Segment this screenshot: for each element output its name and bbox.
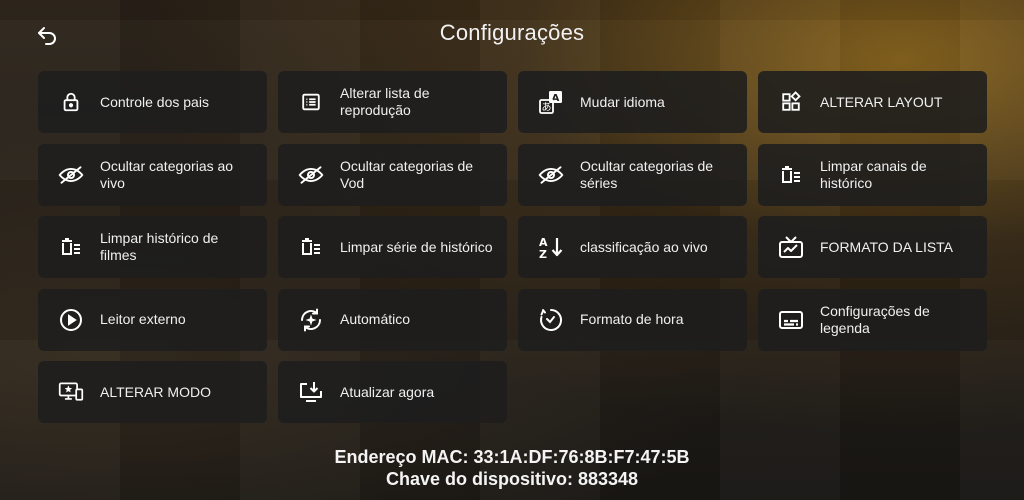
clear-list-icon bbox=[298, 234, 324, 260]
settings-tile-formato-da-lista[interactable]: FORMATO DA LISTA bbox=[758, 216, 987, 278]
settings-tile-label: Limpar canais de histórico bbox=[820, 157, 927, 191]
settings-tile-classificacao-ao-vivo[interactable]: A Z classificação ao vivo bbox=[518, 216, 747, 278]
settings-tile-controle-dos-pais[interactable]: Controle dos pais bbox=[38, 71, 267, 133]
device-key: Chave do dispositivo: 883348 bbox=[385, 469, 639, 489]
settings-tile-label: FORMATO DA LISTA bbox=[820, 238, 954, 255]
settings-tile-label: ALTERAR MODO bbox=[100, 383, 211, 400]
play-circle-icon bbox=[58, 307, 84, 333]
translate-icon: Aあ bbox=[538, 89, 564, 115]
lock-icon bbox=[58, 89, 84, 115]
settings-tile-label: Ocultar categorias de Vod bbox=[340, 157, 474, 191]
sort-az-icon: AZ bbox=[538, 234, 564, 260]
settings-tile-limpar-serie-de-historico[interactable]: Limpar série de histórico bbox=[278, 216, 507, 278]
tv-icon bbox=[778, 234, 804, 260]
svg-text:あ: あ bbox=[542, 102, 552, 114]
mac-address: Endereço MAC: 33:1A:DF:76:8B:F7:47:5B bbox=[334, 447, 690, 467]
settings-tile-label: Configurações de legenda bbox=[820, 302, 930, 336]
subtitles-icon bbox=[778, 307, 804, 333]
eye-off-icon bbox=[58, 162, 84, 188]
settings-tile-label: Formato de hora bbox=[580, 311, 684, 327]
settings-tile-label: Limpar série de histórico bbox=[340, 238, 493, 255]
clear-list-icon bbox=[58, 234, 84, 260]
svg-text:Z: Z bbox=[539, 248, 547, 260]
settings-tile-label: Controle dos pais bbox=[100, 93, 209, 110]
settings-tile-formato-de-hora[interactable]: Formato de hora bbox=[518, 288, 747, 351]
settings-tile-label: Mudar idioma bbox=[580, 93, 665, 110]
settings-tile-automatico[interactable]: Automático bbox=[278, 288, 507, 351]
settings-tile-atualizar-agora[interactable]: Atualizar agora bbox=[278, 361, 507, 423]
settings-tile-alterar-lista-de-reproducao[interactable]: Alterar lista de reprodução bbox=[278, 71, 507, 133]
settings-grid: Controle dos pais Alterar lista de reprod… bbox=[38, 71, 987, 423]
settings-tile-limpar-historico-de-filmes[interactable]: Limpar histórico de filmes bbox=[38, 216, 267, 278]
settings-tile-ocultar-categorias-de-vod[interactable]: Ocultar categorias de Vod bbox=[278, 143, 507, 206]
settings-tile-label: Ocultar categorias de séries bbox=[580, 157, 714, 191]
settings-tile-label: Limpar histórico de filmes bbox=[100, 230, 219, 263]
settings-tile-label: Automático bbox=[340, 311, 411, 327]
settings-tile-limpar-canais-de-historico[interactable]: Limpar canais de histórico bbox=[758, 143, 987, 206]
clock-format-icon bbox=[538, 307, 564, 333]
devices-icon bbox=[58, 379, 84, 405]
settings-tile-label: classificação ao vivo bbox=[580, 238, 708, 255]
eye-off-icon bbox=[298, 162, 324, 188]
settings-tile-label: Leitor externo bbox=[100, 311, 186, 327]
settings-tile-leitor-externo[interactable]: Leitor externo bbox=[38, 288, 267, 351]
settings-tile-label: Ocultar categorias ao vivo bbox=[100, 157, 234, 191]
update-download-icon bbox=[298, 379, 324, 405]
list-icon bbox=[298, 89, 324, 115]
layout-grid-icon bbox=[778, 89, 804, 115]
settings-tile-mudar-idioma[interactable]: A あ Mudar idioma bbox=[518, 71, 747, 133]
settings-tile-alterar-modo[interactable]: ALTERAR MODO bbox=[38, 361, 267, 423]
settings-tile-label: Alterar lista de reprodução bbox=[340, 85, 430, 118]
eye-off-icon bbox=[538, 162, 564, 188]
settings-tile-ocultar-categorias-ao-vivo[interactable]: Ocultar categorias ao vivo bbox=[38, 143, 267, 206]
settings-tile-alterar-layout[interactable]: ALTERAR LAYOUT bbox=[758, 71, 987, 133]
settings-tile-ocultar-categorias-de-series[interactable]: Ocultar categorias de séries bbox=[518, 143, 747, 206]
auto-refresh-icon bbox=[298, 307, 324, 333]
settings-tile-label: Atualizar agora bbox=[340, 383, 435, 400]
page-title: Configurações bbox=[439, 20, 585, 45]
settings-tile-label: ALTERAR LAYOUT bbox=[820, 93, 943, 110]
settings-tile-configuracoes-de-legenda[interactable]: Configurações de legenda bbox=[758, 288, 987, 351]
clear-list-icon bbox=[778, 162, 804, 188]
